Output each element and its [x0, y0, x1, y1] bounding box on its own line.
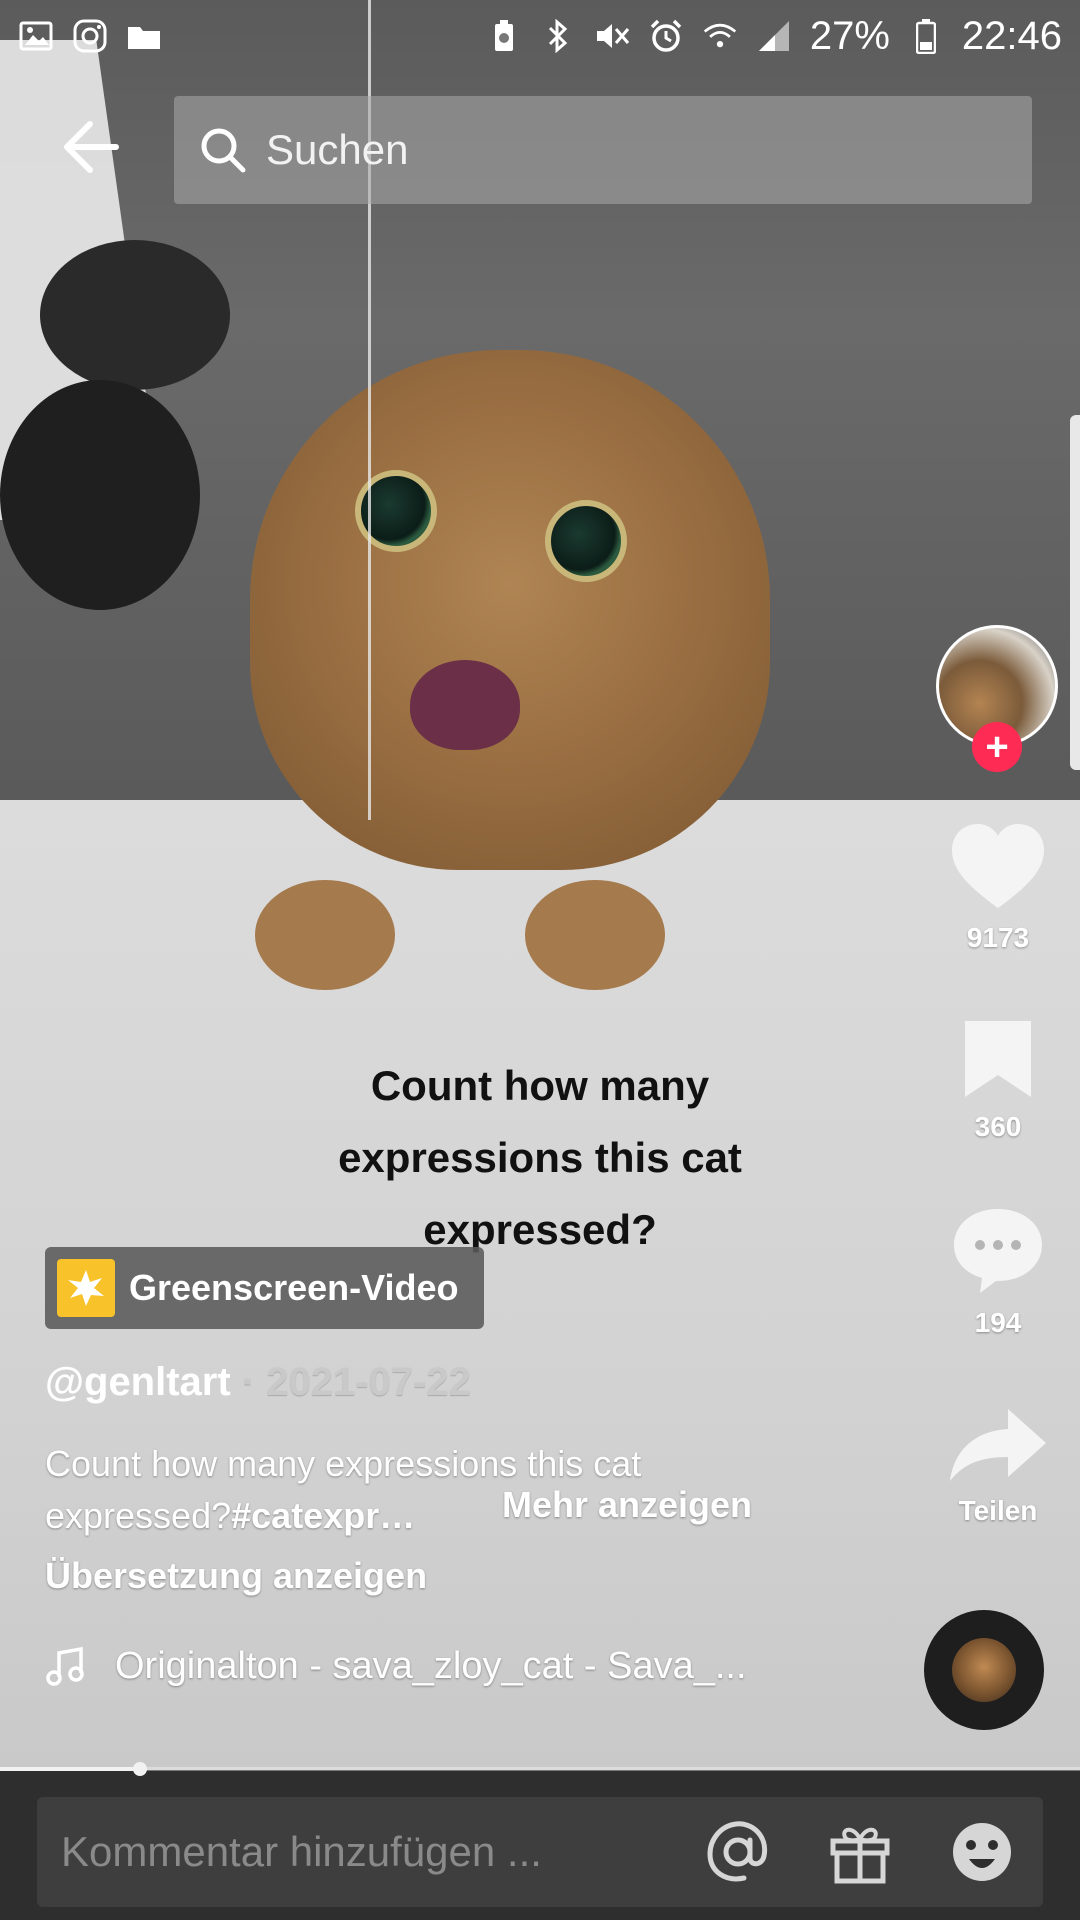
mention-icon[interactable] [703, 1817, 773, 1887]
plus-icon: + [985, 724, 1009, 769]
comment-count: 194 [974, 1307, 1022, 1338]
like-button[interactable]: 9173 [938, 822, 1058, 954]
bookmark-button[interactable]: 360 [938, 1017, 1058, 1143]
username-link[interactable]: @genltart [45, 1360, 231, 1404]
cat-mouth [410, 660, 520, 750]
comment-bar: Kommentar hinzufügen ... [37, 1797, 1043, 1907]
battery-saver-icon [486, 18, 522, 54]
video-caption: Count how many expressions this cat expr… [338, 1062, 742, 1253]
sound-link[interactable]: Originalton - sava_zloy_cat - Sava_... [45, 1645, 747, 1688]
instagram-icon [72, 18, 108, 54]
status-bar-right: 27% 22:46 [486, 14, 1062, 59]
bowl-shape [0, 380, 200, 610]
back-button[interactable] [58, 112, 128, 182]
comment-input[interactable]: Kommentar hinzufügen ... [61, 1828, 703, 1876]
sound-cover-image [952, 1638, 1016, 1702]
arrow-left-icon [64, 121, 119, 173]
battery-percent: 27% [809, 13, 890, 58]
edge-panel-handle[interactable] [1070, 415, 1080, 770]
greenscreen-effect-icon [57, 1259, 115, 1317]
bookmark-icon [965, 1021, 1031, 1097]
heart-icon [952, 824, 1044, 908]
alarm-icon [648, 18, 684, 54]
gift-icon[interactable] [825, 1817, 895, 1887]
greenscreen-badge[interactable]: Greenscreen-Video [45, 1247, 484, 1329]
hashtag-link[interactable]: #catexpr… [231, 1495, 415, 1536]
show-more-link[interactable]: Mehr anzeigen [502, 1484, 752, 1526]
comment-button[interactable]: 194 [938, 1205, 1058, 1339]
search-icon [201, 128, 246, 173]
author-line: @genltart · 2021-07-22 [45, 1360, 471, 1405]
cat-paw [255, 880, 395, 990]
post-date: 2021-07-22 [266, 1360, 471, 1404]
status-bar-left [18, 18, 162, 54]
follow-button[interactable]: + [972, 722, 1022, 772]
share-button[interactable]: Teilen [938, 1405, 1058, 1527]
like-count: 9173 [966, 922, 1030, 953]
comment-bubble-icon [954, 1209, 1042, 1293]
sound-title: Originalton - sava_zloy_cat - Sava_... [115, 1645, 747, 1687]
share-label: Teilen [958, 1495, 1038, 1526]
tiktok-video-screen: 27% 22:46 Suchen Count how many expressi… [0, 0, 1080, 1920]
video-progress-fill [0, 1767, 140, 1771]
status-bar: 27% 22:46 [0, 0, 1080, 72]
cat-paw [525, 880, 665, 990]
bowl-shape [40, 240, 230, 390]
gallery-icon [18, 18, 54, 54]
folder-icon [126, 18, 162, 54]
signal-icon [756, 18, 792, 54]
search-bar[interactable]: Suchen [174, 96, 1032, 204]
cat-eye [545, 500, 627, 582]
mute-icon [594, 18, 630, 54]
date-separator: · [230, 1360, 267, 1404]
battery-icon [908, 18, 944, 54]
bookmark-count: 360 [974, 1111, 1022, 1142]
share-arrow-icon [950, 1409, 1046, 1481]
emoji-icon[interactable] [947, 1817, 1017, 1887]
sound-disc[interactable] [924, 1610, 1044, 1730]
cat-image [250, 350, 770, 870]
search-placeholder: Suchen [266, 126, 409, 173]
video-progress-handle[interactable] [133, 1762, 147, 1776]
bluetooth-icon [540, 18, 576, 54]
video-progress-bar[interactable] [0, 1762, 1080, 1776]
wifi-icon [702, 18, 738, 54]
clock: 22:46 [961, 13, 1062, 58]
show-translation-link[interactable]: Übersetzung anzeigen [45, 1555, 427, 1597]
comment-actions [703, 1817, 1017, 1887]
greenscreen-label: Greenscreen-Video [129, 1267, 459, 1308]
music-note-icon [46, 1646, 84, 1686]
